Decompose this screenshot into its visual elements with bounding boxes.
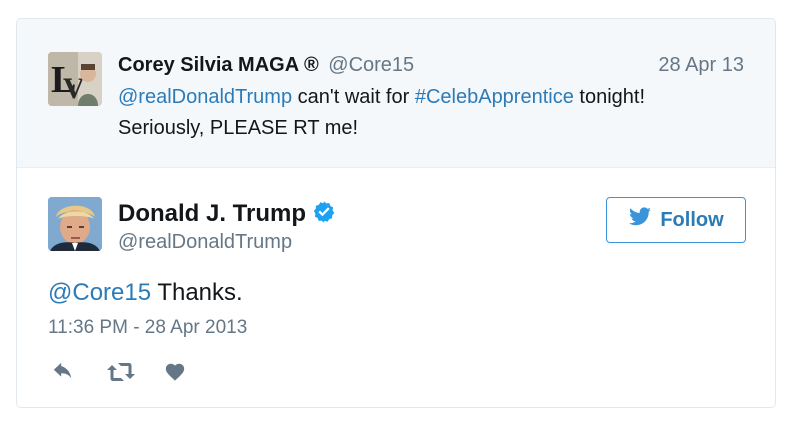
tweet-actions bbox=[48, 359, 188, 385]
parent-mention-link[interactable]: @realDonaldTrump bbox=[118, 86, 292, 108]
hashtag-link[interactable]: #CelebApprentice bbox=[415, 86, 574, 108]
parent-display-name[interactable]: Corey Silvia MAGA ® bbox=[118, 54, 319, 76]
twitter-bird-icon bbox=[628, 205, 652, 235]
mention-link[interactable]: @Core15 bbox=[48, 279, 151, 306]
tweet-text: @Core15 Thanks. bbox=[48, 278, 243, 308]
author-avatar[interactable] bbox=[48, 197, 102, 251]
like-icon[interactable] bbox=[162, 359, 188, 385]
parent-tweet[interactable]: L V Corey Silvia MAGA ® @Core15 28 Apr 1… bbox=[17, 19, 775, 168]
tweet-text-body: Thanks. bbox=[151, 279, 243, 306]
parent-text-part2: tonight! bbox=[573, 86, 646, 108]
author-name-text[interactable]: Donald J. Trump bbox=[118, 200, 306, 227]
author-display-name[interactable]: Donald J. Trump bbox=[118, 199, 336, 229]
follow-label: Follow bbox=[660, 208, 724, 231]
parent-avatar[interactable]: L V bbox=[48, 52, 102, 106]
reply-icon[interactable] bbox=[48, 359, 78, 385]
parent-author[interactable]: Corey Silvia MAGA ® @Core15 bbox=[118, 52, 414, 78]
retweet-icon[interactable] bbox=[104, 359, 138, 385]
parent-date[interactable]: 28 Apr 13 bbox=[658, 54, 744, 77]
follow-button[interactable]: Follow bbox=[606, 197, 746, 243]
parent-text-line2: Seriously, PLEASE RT me! bbox=[118, 117, 359, 139]
parent-text-part1: can't wait for bbox=[292, 86, 415, 108]
author-handle[interactable]: @realDonaldTrump bbox=[118, 231, 292, 254]
tweet-timestamp[interactable]: 11:36 PM - 28 Apr 2013 bbox=[48, 317, 247, 339]
parent-tweet-text: @realDonaldTrump can't wait for #CelebAp… bbox=[118, 82, 718, 144]
embedded-tweet-card: L V Corey Silvia MAGA ® @Core15 28 Apr 1… bbox=[16, 18, 776, 408]
parent-handle[interactable]: @Core15 bbox=[328, 54, 414, 76]
verified-badge-icon bbox=[312, 200, 336, 224]
